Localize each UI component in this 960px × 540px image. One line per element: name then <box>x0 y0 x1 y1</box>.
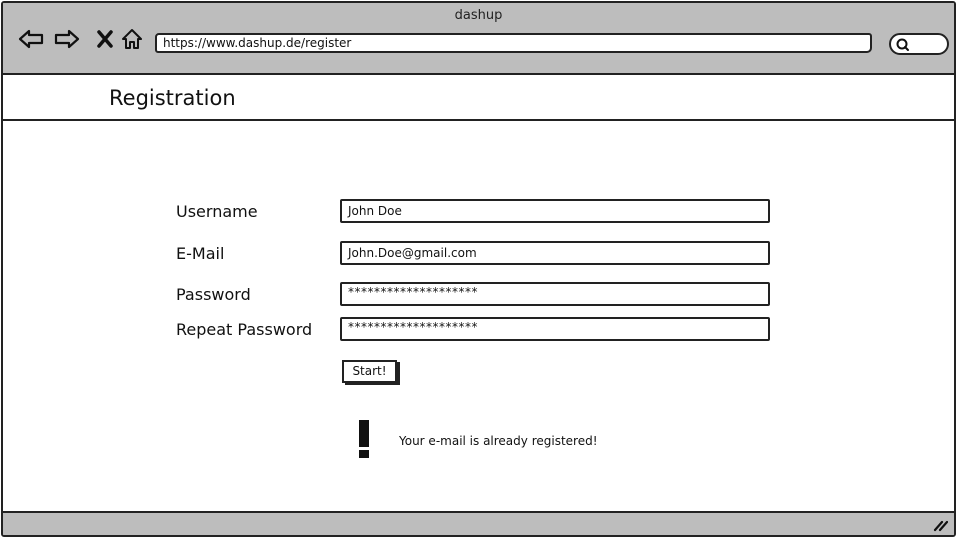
home-button[interactable] <box>118 25 146 53</box>
forward-button[interactable] <box>53 25 81 53</box>
close-icon <box>97 30 113 48</box>
window-title: dashup <box>454 8 503 23</box>
back-arrow-icon <box>18 29 44 49</box>
page-title: Registration <box>109 86 236 110</box>
stop-button[interactable] <box>91 25 119 53</box>
password-field[interactable]: ******************** <box>340 282 770 306</box>
browser-toolbar: dashup https://www.dashup.de/register <box>3 3 954 75</box>
browser-window: dashup https://www.dashup.de/register Re… <box>1 1 956 537</box>
search-icon <box>896 38 909 51</box>
repeat-password-label: Repeat Password <box>176 320 313 339</box>
username-label: Username <box>176 202 258 221</box>
forward-arrow-icon <box>54 29 80 49</box>
email-label: E-Mail <box>176 244 225 263</box>
start-button[interactable]: Start! <box>342 360 397 383</box>
alert-message: Your e-mail is already registered! <box>399 434 598 448</box>
password-label: Password <box>176 285 251 304</box>
page-header: Registration <box>3 75 954 121</box>
search-button[interactable] <box>889 33 949 55</box>
resize-grip-icon[interactable] <box>932 516 948 532</box>
address-bar[interactable]: https://www.dashup.de/register <box>155 33 872 53</box>
back-button[interactable] <box>17 25 45 53</box>
home-icon <box>122 29 142 49</box>
email-field[interactable]: John.Doe@gmail.com <box>340 241 770 265</box>
repeat-password-field[interactable]: ******************** <box>340 317 770 341</box>
username-field[interactable]: John Doe <box>340 199 770 223</box>
exclamation-icon <box>359 420 369 458</box>
status-bar <box>3 511 954 535</box>
